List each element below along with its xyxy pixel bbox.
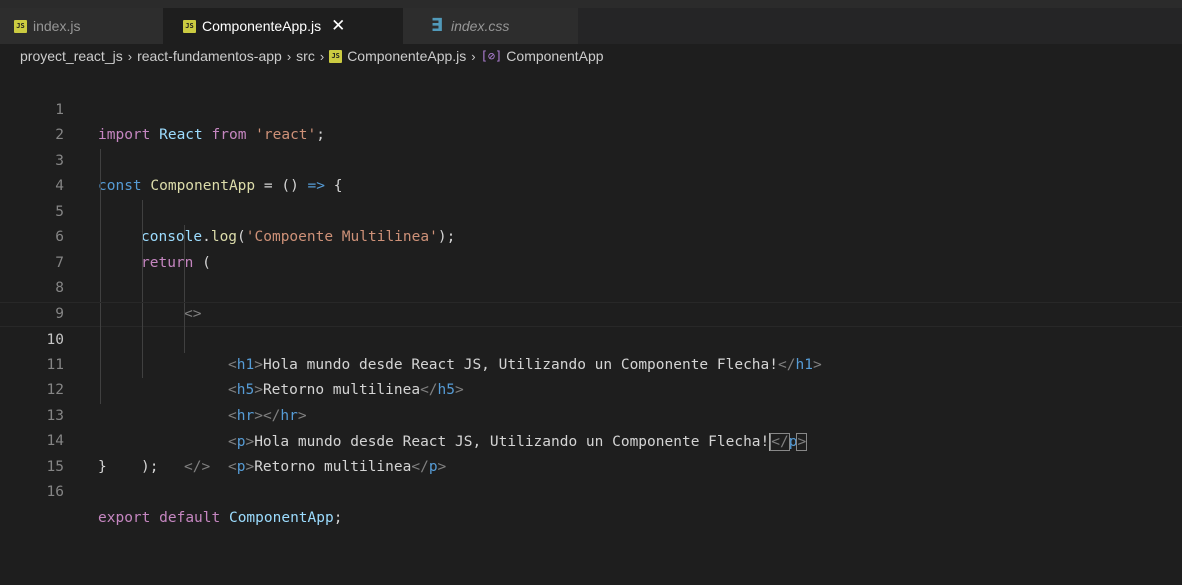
- tab-label: index.js: [33, 18, 81, 34]
- breadcrumb-item-app[interactable]: react-fundamentos-app: [137, 48, 282, 64]
- breadcrumb-item-src[interactable]: src: [296, 48, 315, 64]
- tab-bar-empty-area: [578, 8, 1182, 44]
- breadcrumb: proyect_react_js › react-fundamentos-app…: [0, 44, 1182, 68]
- js-file-icon: JS: [183, 19, 196, 33]
- js-file-icon: JS: [14, 19, 27, 33]
- code-line: 6 <>: [0, 199, 1182, 322]
- tab-label: ComponenteApp.js: [202, 18, 322, 34]
- code-line: 16 export default ComponentApp;: [0, 455, 1182, 526]
- indent-guide: [100, 199, 101, 225]
- code-line: 5 return (: [0, 174, 1182, 271]
- code-line: 14 }: [0, 404, 1182, 475]
- tab-index-css[interactable]: ∃ index.css: [403, 8, 578, 44]
- breadcrumb-item-file[interactable]: ComponenteApp.js: [347, 48, 466, 64]
- indent-guide: [100, 225, 101, 251]
- window-top-strip: [0, 0, 1182, 8]
- indent-guide: [142, 276, 143, 302]
- code-line: 7 <h1>Hola mundo desde React JS, Utiliza…: [0, 225, 1182, 373]
- code-line: 11 <p>Retorno multilinea</p>: [0, 327, 1182, 475]
- indent-guide: [184, 302, 185, 328]
- js-file-icon: JS: [329, 49, 343, 63]
- indent-guide: [100, 276, 101, 302]
- indent-guide: [100, 148, 101, 174]
- breadcrumb-item-project[interactable]: proyect_react_js: [20, 48, 123, 64]
- tab-componenteapp-js[interactable]: JS ComponenteApp.js ✕: [163, 8, 403, 44]
- indent-guide: [100, 378, 101, 404]
- tab-bar: JS index.js JS ComponenteApp.js ✕ ∃ inde…: [0, 8, 1182, 44]
- code-line: 12 </>: [0, 352, 1182, 475]
- code-editor[interactable]: 1 import React from 'react'; 2 3 const C…: [0, 72, 1182, 585]
- indent-guide: [142, 225, 143, 251]
- code-line: 8 <h5>Retorno multilinea</h5>: [0, 250, 1182, 398]
- indent-guide: [100, 327, 101, 353]
- symbol-variable-icon: [⊘]: [480, 49, 503, 63]
- indent-guide: [142, 302, 143, 328]
- code-line-current: 10 <p>Hola mundo desde React JS, Utiliza…: [0, 301, 1182, 451]
- code-line: 13 );: [0, 378, 1182, 475]
- indent-guide: [184, 276, 185, 302]
- css-file-icon: ∃: [430, 15, 444, 36]
- code-line: 3 const ComponentApp = () => {: [0, 123, 1182, 195]
- indent-guide: [100, 302, 101, 328]
- line-number: 16: [46, 484, 64, 500]
- indent-guide: [100, 352, 101, 378]
- breadcrumb-item-symbol[interactable]: ComponentApp: [506, 48, 603, 64]
- indent-guide: [184, 225, 185, 251]
- chevron-right-icon: ›: [286, 48, 292, 64]
- tab-label: index.css: [451, 18, 510, 34]
- chevron-right-icon: ›: [471, 48, 476, 64]
- indent-guide: [100, 174, 101, 200]
- code-line: 4 console.log('Compoente Multilinea');: [0, 148, 1182, 245]
- code-line: 1 import React from 'react';: [0, 72, 1182, 144]
- chevron-right-icon: ›: [127, 48, 133, 64]
- indent-guide: [184, 250, 185, 276]
- indent-guide: [142, 250, 143, 276]
- chevron-right-icon: ›: [319, 48, 325, 64]
- tab-index-js[interactable]: JS index.js: [0, 8, 163, 44]
- indent-guide: [142, 352, 143, 378]
- indent-guide: [142, 199, 143, 225]
- code-text: export default ComponentApp;: [98, 509, 343, 526]
- code-line: 2: [0, 98, 1182, 143]
- code-line: 15: [0, 429, 1182, 475]
- close-icon[interactable]: ✕: [331, 17, 345, 35]
- code-line: 9 <hr></hr>: [0, 276, 1182, 424]
- indent-guide: [142, 327, 143, 353]
- indent-guide: [184, 327, 185, 353]
- indent-guide: [100, 250, 101, 276]
